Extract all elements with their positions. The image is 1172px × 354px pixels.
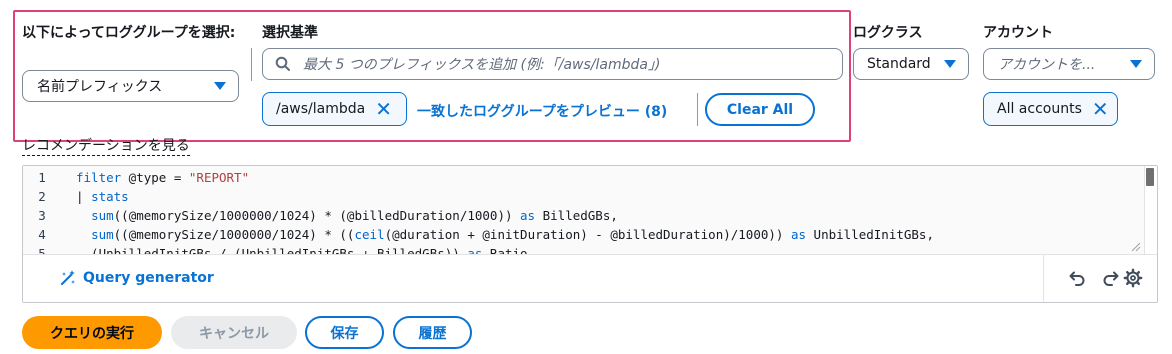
search-placeholder: 最大 5 つのプレフィックスを追加 (例:「/aws/lambda」) — [303, 57, 661, 73]
recommendations-link[interactable]: レコメンデーションを見る — [22, 138, 190, 156]
cancel-button[interactable]: キャンセル — [171, 316, 297, 349]
run-query-button[interactable]: クエリの実行 — [22, 316, 162, 349]
divider — [251, 48, 252, 81]
token-aws-lambda: /aws/lambda ✕ — [262, 92, 407, 126]
close-icon[interactable]: ✕ — [1092, 99, 1109, 119]
code-line: | stats — [76, 189, 129, 204]
code-line: filter @type = "REPORT" — [76, 170, 250, 185]
preview-matching-link[interactable]: 一致したロググループをプレビュー (8) — [417, 101, 667, 121]
gear-icon — [1123, 268, 1143, 288]
scrollbar[interactable] — [1144, 166, 1157, 254]
code-line: sum((@memorySize/1000000/1024) * (@bille… — [91, 208, 618, 223]
undo-button[interactable] — [1065, 266, 1089, 290]
search-icon — [275, 56, 290, 71]
editor-toolbar: Query generator — [23, 254, 1157, 302]
query-editor[interactable]: 1 2 3 4 5 filter @type = "REPORT" | stat… — [22, 165, 1158, 303]
code-line: (UnbilledInitGBs / (UnbilledInitGBs + Bi… — [76, 246, 528, 254]
settings-button[interactable] — [1121, 266, 1145, 290]
clear-all-button[interactable]: Clear All — [705, 93, 815, 126]
prefix-search-input[interactable]: 最大 5 つのプレフィックスを追加 (例:「/aws/lambda」) — [262, 48, 843, 80]
undo-icon — [1069, 271, 1085, 286]
redo-icon — [1103, 271, 1119, 286]
account-label: アカウント — [983, 25, 1053, 41]
line-number: 3 — [38, 208, 46, 223]
save-button[interactable]: 保存 — [305, 316, 384, 349]
account-dropdown[interactable]: アカウントを... — [983, 48, 1155, 80]
caret-down-icon — [944, 60, 956, 68]
select-by-label: 以下によってロググループを選択: — [22, 25, 236, 41]
redo-button[interactable] — [1099, 266, 1123, 290]
log-class-value: Standard — [867, 56, 931, 72]
history-button[interactable]: 履歴 — [393, 316, 472, 349]
line-number: 4 — [38, 227, 46, 242]
divider — [1043, 255, 1044, 302]
criteria-label: 選択基準 — [262, 25, 318, 41]
code-line: sum((@memorySize/1000000/1024) * ((ceil(… — [91, 227, 934, 242]
token-label: /aws/lambda — [276, 101, 366, 117]
close-icon[interactable]: ✕ — [375, 99, 392, 119]
log-class-label: ログクラス — [853, 25, 923, 41]
scrollbar-thumb[interactable] — [1146, 168, 1154, 186]
code-area[interactable]: 1 2 3 4 5 filter @type = "REPORT" | stat… — [23, 166, 1157, 254]
sparkle-wand-icon — [61, 270, 75, 285]
caret-down-icon — [1130, 60, 1142, 68]
account-placeholder: アカウントを... — [998, 57, 1096, 73]
caret-down-icon — [214, 82, 226, 90]
line-number: 1 — [38, 170, 46, 185]
line-number: 5 — [38, 246, 46, 254]
divider — [697, 93, 698, 126]
token-all-accounts: All accounts ✕ — [983, 92, 1118, 126]
select-by-value: 名前プレフィックス — [37, 79, 163, 95]
query-generator-button[interactable]: Query generator — [59, 269, 214, 287]
log-class-dropdown[interactable]: Standard — [853, 48, 969, 80]
query-generator-label: Query generator — [83, 270, 214, 286]
resize-handle-icon[interactable] — [1131, 242, 1141, 252]
select-by-dropdown[interactable]: 名前プレフィックス — [22, 70, 239, 102]
token-label: All accounts — [997, 101, 1082, 117]
line-number: 2 — [38, 189, 46, 204]
